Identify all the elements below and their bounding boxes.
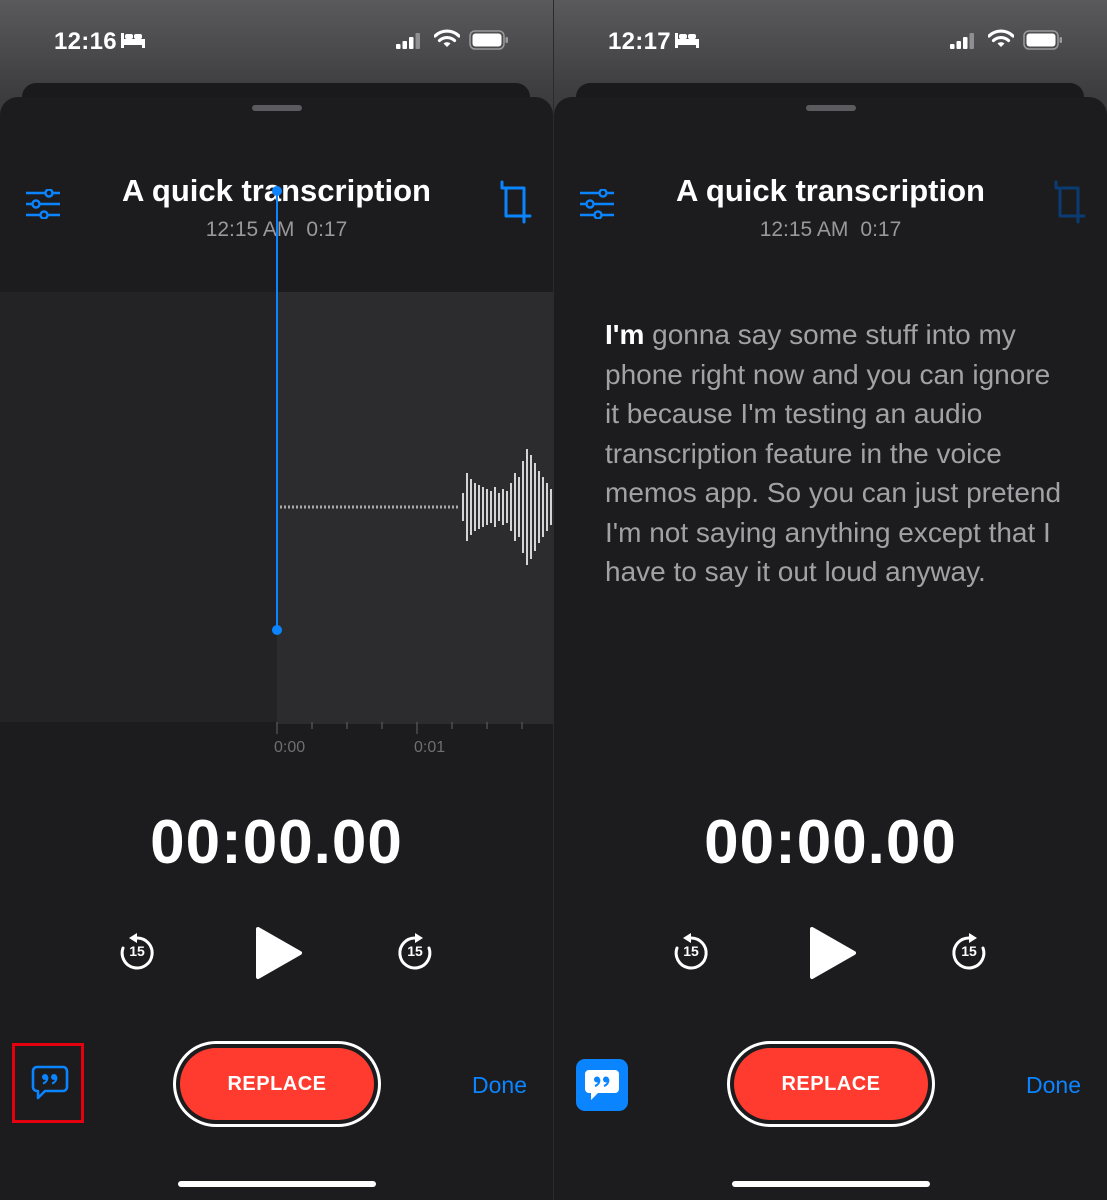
playhead-handle-top[interactable]: [272, 186, 282, 196]
done-button[interactable]: Done: [1026, 1072, 1081, 1099]
skip-forward-button[interactable]: 15: [395, 932, 435, 977]
transcript-text[interactable]: I'm gonna say some stuff into my phone r…: [605, 315, 1065, 592]
skip-forward-button[interactable]: 15: [949, 932, 989, 977]
transcript-button-active[interactable]: [576, 1059, 628, 1111]
status-time: 12:16: [54, 28, 117, 55]
sheet-grabber[interactable]: [252, 105, 302, 111]
skip-forward-seconds: 15: [407, 943, 423, 959]
transcript-button[interactable]: [12, 1043, 84, 1123]
timeline-ruler: [276, 722, 553, 734]
skip-back-seconds: 15: [129, 943, 145, 959]
recording-date: 12:15 AM: [759, 218, 849, 241]
bed-icon: [121, 33, 145, 48]
home-indicator[interactable]: [178, 1181, 376, 1187]
sheet-grabber[interactable]: [806, 105, 856, 111]
skip-forward-seconds: 15: [961, 943, 977, 959]
wifi-icon: [988, 29, 1014, 47]
trim-icon[interactable]: [498, 180, 532, 228]
skip-back-seconds: 15: [683, 943, 699, 959]
timeline-label-start: 0:00: [274, 739, 306, 756]
play-button[interactable]: [808, 925, 858, 981]
bed-icon: [675, 33, 699, 48]
wifi-icon: [434, 29, 460, 47]
skip-back-button[interactable]: 15: [671, 932, 711, 977]
playback-timer: 00:00.00: [704, 808, 957, 877]
battery-icon: [469, 30, 508, 50]
recording-title: A quick transcription: [676, 173, 985, 208]
playhead-handle-bottom[interactable]: [272, 625, 282, 635]
recording-date: 12:15 AM: [205, 218, 295, 241]
status-time: 12:17: [608, 28, 671, 55]
transcript-remaining-text: gonna say some stuff into my phone right…: [605, 319, 1062, 587]
recording-meta: 12:15 AM 0:17: [554, 218, 1107, 242]
playhead-line[interactable]: [276, 190, 278, 630]
quote-bubble-icon: [31, 1065, 69, 1100]
replace-button[interactable]: REPLACE: [173, 1041, 381, 1127]
recording-duration: 0:17: [306, 218, 348, 241]
replace-button-label: REPLACE: [734, 1048, 928, 1120]
timeline-label-second: 0:01: [414, 739, 446, 756]
quote-bubble-icon: [585, 1070, 619, 1100]
battery-icon: [1023, 30, 1062, 50]
trim-icon-disabled: [1054, 180, 1086, 224]
cellular-signal-icon: [396, 33, 420, 49]
recording-duration: 0:17: [860, 218, 902, 241]
replace-button[interactable]: REPLACE: [727, 1041, 935, 1127]
play-button[interactable]: [254, 925, 304, 981]
home-indicator[interactable]: [732, 1181, 930, 1187]
cellular-signal-icon: [950, 33, 974, 49]
skip-back-button[interactable]: 15: [117, 932, 157, 977]
done-button[interactable]: Done: [472, 1072, 527, 1099]
screen-transcript-view: 12:17 A quick transcription 12:15 AM 0:1…: [554, 0, 1107, 1200]
playback-timer: 00:00.00: [150, 808, 403, 877]
transcript-current-word: I'm: [605, 319, 645, 350]
replace-button-label: REPLACE: [180, 1048, 374, 1120]
recording-sheet: A quick transcription 12:15 AM 0:17 I'm g…: [554, 97, 1107, 1200]
